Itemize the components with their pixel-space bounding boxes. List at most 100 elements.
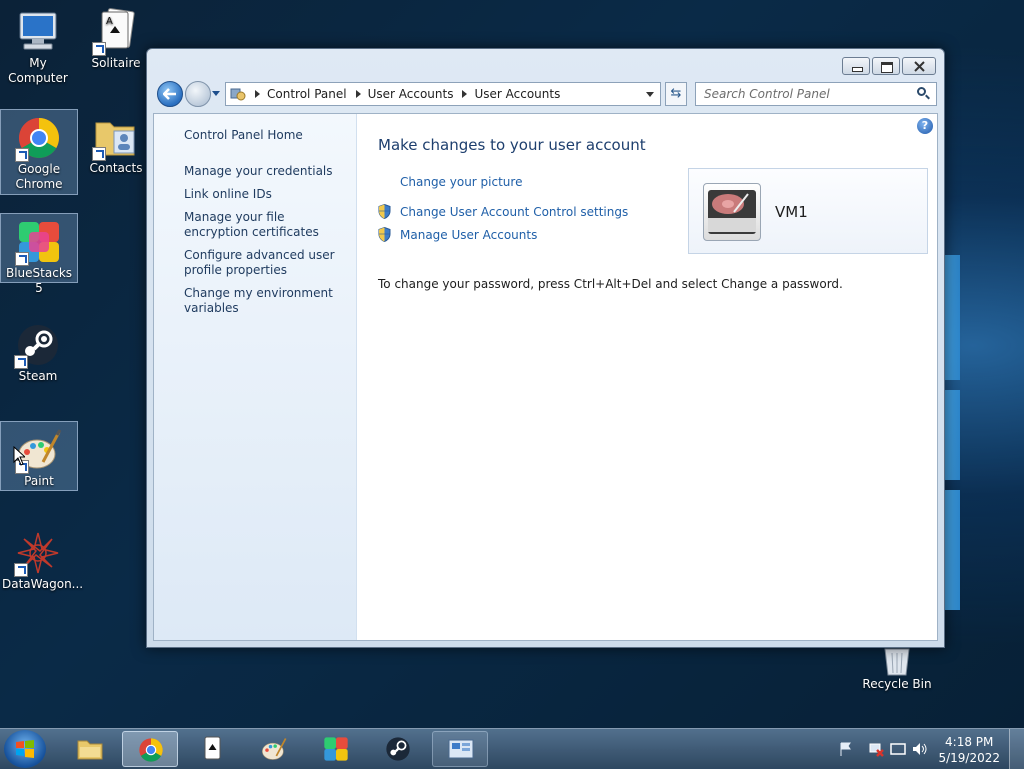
search-icon[interactable] xyxy=(915,86,931,102)
shortcut-arrow-icon xyxy=(15,252,29,266)
taskbar-chrome[interactable] xyxy=(122,731,178,767)
advanced-profile-properties-link[interactable]: Configure advanced user profile properti… xyxy=(184,248,344,278)
wallpaper-streak xyxy=(944,490,960,610)
manage-credentials-link[interactable]: Manage your credentials xyxy=(184,164,344,179)
taskbar-steam[interactable] xyxy=(370,731,426,767)
close-icon xyxy=(914,61,925,72)
action-center-flag-icon[interactable] xyxy=(838,741,854,757)
minimize-icon xyxy=(852,67,863,72)
desktop-icon-steam[interactable]: Steam xyxy=(0,317,76,386)
desktop-icon-bluestacks[interactable]: BlueStacks 5 xyxy=(0,213,78,295)
minimize-button[interactable] xyxy=(842,57,870,75)
bluestacks-icon xyxy=(15,218,63,266)
address-bar[interactable]: Control Panel User Accounts User Account… xyxy=(225,82,661,106)
shield-icon xyxy=(378,204,391,219)
address-dropdown-icon[interactable] xyxy=(646,91,654,97)
password-instructions: To change your password, press Ctrl+Alt+… xyxy=(378,277,843,291)
start-button[interactable] xyxy=(4,730,46,768)
desktop-icon-contacts[interactable]: Contacts xyxy=(78,109,154,178)
volume-icon[interactable] xyxy=(912,741,928,757)
back-arrow-icon xyxy=(163,88,176,100)
maximize-icon xyxy=(881,62,893,73)
environment-variables-link[interactable]: Change my environment variables xyxy=(184,286,344,316)
clock-date: 5/19/2022 xyxy=(938,751,1000,765)
shortcut-arrow-icon xyxy=(14,355,28,369)
taskbar-explorer[interactable] xyxy=(62,731,118,767)
clock[interactable]: 4:18 PM 5/19/2022 xyxy=(938,734,1000,766)
desktop-icon-paint[interactable]: Paint xyxy=(0,421,78,491)
shortcut-arrow-icon xyxy=(92,147,106,161)
control-panel-home-link[interactable]: Control Panel Home xyxy=(184,128,344,143)
breadcrumb-user-accounts-current[interactable]: User Accounts xyxy=(474,87,560,101)
desktop-icon-my-computer[interactable]: My Computer xyxy=(0,4,76,88)
desktop-icon-datawagon[interactable]: DataWagon... xyxy=(0,525,84,594)
breadcrumb-separator[interactable] xyxy=(355,90,361,98)
mouse-cursor-icon xyxy=(13,446,25,466)
datawagon-icon xyxy=(14,529,62,577)
taskbar-solitaire[interactable] xyxy=(184,731,240,767)
network-disconnected-icon[interactable] xyxy=(868,741,884,757)
left-navigation-pane: Control Panel Home Manage your credentia… xyxy=(154,114,357,640)
wallpaper-streak xyxy=(944,390,960,480)
breadcrumb-user-accounts[interactable]: User Accounts xyxy=(368,87,454,101)
desktop-icon-label: DataWagon... xyxy=(2,577,84,591)
windows-logo-icon xyxy=(16,740,34,758)
desktop-icon-label: Paint xyxy=(24,474,54,488)
search-input[interactable]: Search Control Panel xyxy=(695,82,937,106)
caption-buttons xyxy=(842,57,936,75)
close-button[interactable] xyxy=(902,57,936,75)
show-desktop-button[interactable] xyxy=(1009,729,1024,769)
desktop-icon-solitaire[interactable]: A Solitaire xyxy=(78,4,154,73)
shortcut-arrow-icon xyxy=(14,563,28,577)
page-title: Make changes to your user account xyxy=(378,136,646,154)
content-area: Control Panel Home Manage your credentia… xyxy=(153,113,938,641)
forward-button[interactable] xyxy=(185,81,211,107)
desktop-icon-label: Solitaire xyxy=(91,56,141,70)
desktop-icon-recycle-bin[interactable]: Recycle Bin xyxy=(858,645,936,694)
file-encryption-certificates-link[interactable]: Manage your file encryption certificates xyxy=(184,210,344,240)
desktop-icon-label: My Computer xyxy=(8,56,68,85)
taskbar-paint[interactable] xyxy=(246,731,302,767)
uac-settings-link[interactable]: Change User Account Control settings xyxy=(378,204,628,219)
manage-user-accounts-link[interactable]: Manage User Accounts xyxy=(378,227,537,242)
breadcrumb-control-panel[interactable]: Control Panel xyxy=(267,87,347,101)
breadcrumb-separator[interactable] xyxy=(462,90,468,98)
chrome-icon xyxy=(139,738,163,762)
taskbar: 4:18 PM 5/19/2022 xyxy=(0,728,1024,769)
steam-icon xyxy=(386,737,410,761)
recent-pages-dropdown[interactable] xyxy=(212,91,220,96)
refresh-button[interactable]: ⇆ xyxy=(665,82,687,106)
taskbar-bluestacks[interactable] xyxy=(308,731,364,767)
shortcut-arrow-icon xyxy=(15,148,29,162)
display-icon[interactable] xyxy=(890,741,906,757)
desktop-icon-label: BlueStacks 5 xyxy=(5,266,73,295)
control-panel-icon xyxy=(448,739,474,759)
back-button[interactable] xyxy=(157,81,183,107)
help-button[interactable]: ? xyxy=(917,118,933,134)
maximize-button[interactable] xyxy=(872,57,900,75)
turntable-icon xyxy=(708,190,756,234)
user-picture[interactable] xyxy=(703,183,761,241)
chrome-icon xyxy=(15,114,63,162)
change-picture-link[interactable]: Change your picture xyxy=(400,175,522,189)
steam-icon xyxy=(14,321,62,369)
shield-icon xyxy=(378,227,391,242)
control-panel-window[interactable]: Control Panel User Accounts User Account… xyxy=(146,48,945,648)
desktop-icon-label: Steam xyxy=(18,369,58,383)
shortcut-arrow-icon xyxy=(92,42,106,56)
taskbar-control-panel[interactable] xyxy=(432,731,488,767)
breadcrumb-separator xyxy=(255,90,260,98)
link-online-ids-link[interactable]: Link online IDs xyxy=(184,187,344,202)
desktop-icon-label: Contacts xyxy=(89,161,143,175)
desktop-icon-google-chrome[interactable]: Google Chrome xyxy=(0,109,78,195)
desktop-icon-label: Recycle Bin xyxy=(862,677,932,691)
task-label: Manage User Accounts xyxy=(400,227,538,242)
svg-text:A: A xyxy=(106,16,113,27)
control-panel-icon xyxy=(230,88,246,101)
user-account-card: VM1 xyxy=(688,168,928,254)
refresh-icon: ⇆ xyxy=(670,86,682,101)
task-label: Change User Account Control settings xyxy=(400,204,629,219)
bluestacks-icon xyxy=(324,737,348,761)
navigation-bar: Control Panel User Accounts User Account… xyxy=(155,81,937,107)
wallpaper-streak xyxy=(944,255,960,380)
